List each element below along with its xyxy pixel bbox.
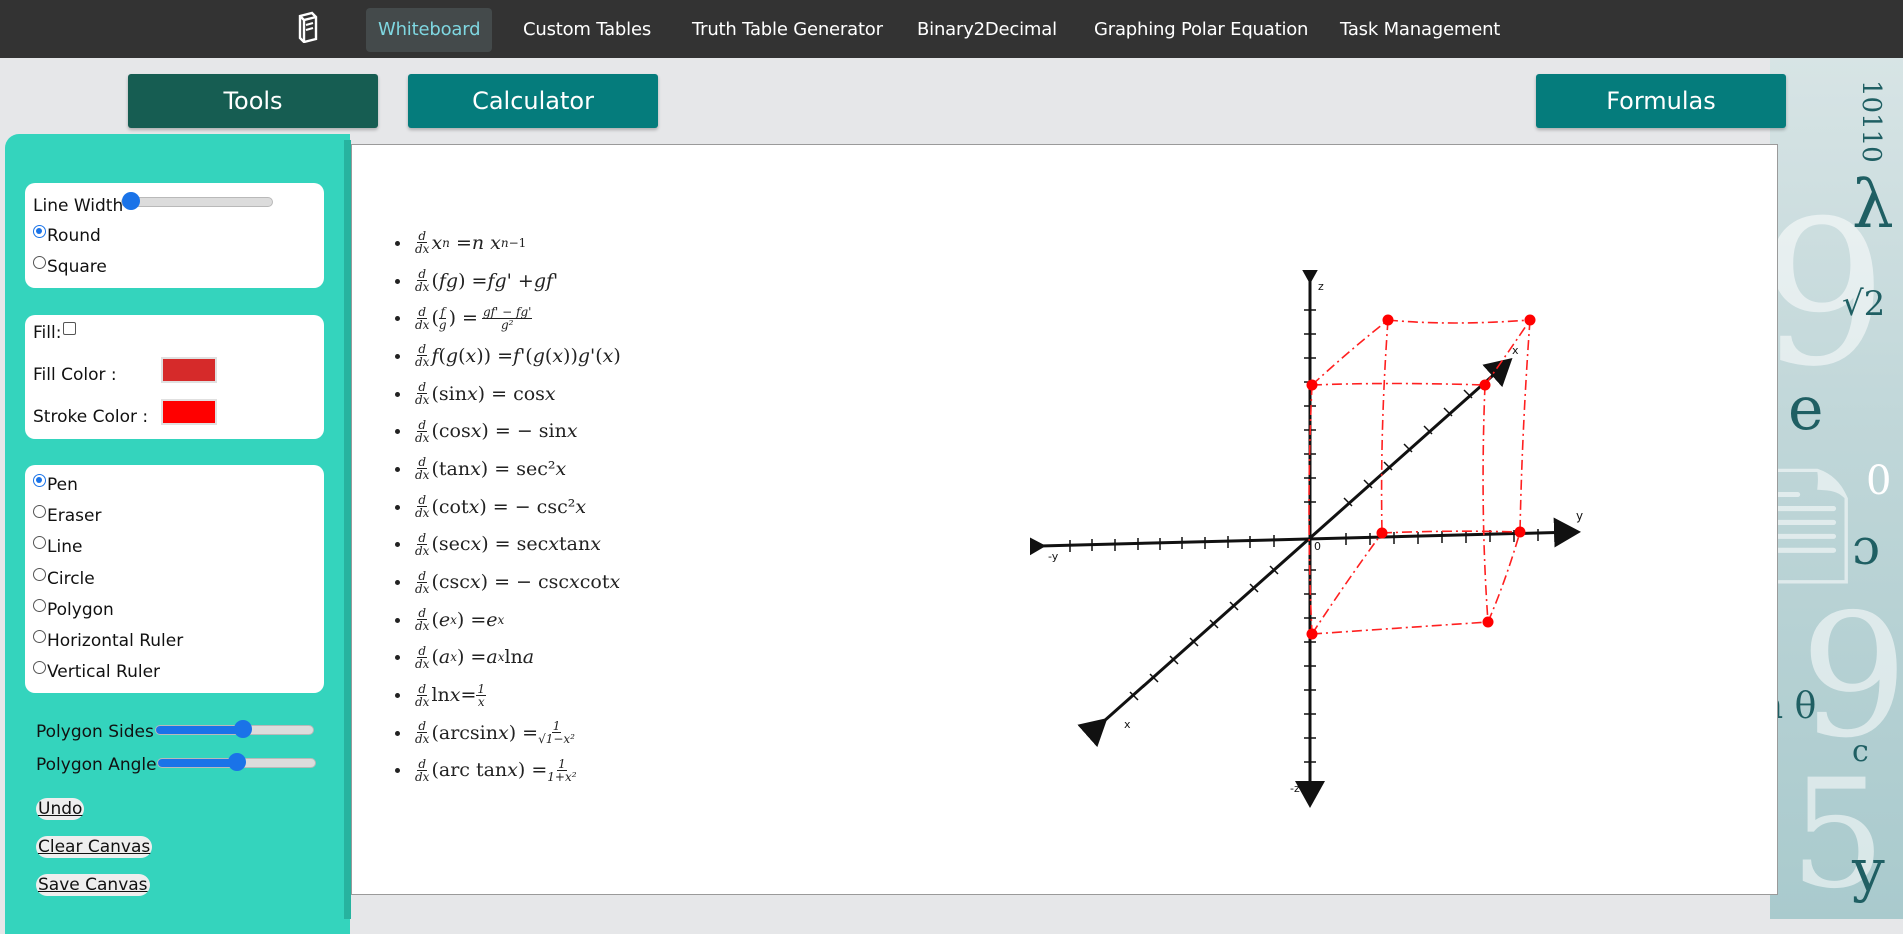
mode-circle-option[interactable]: Circle: [33, 567, 95, 589]
bg-glyph-c: ɔ: [1852, 518, 1881, 576]
nav-graphing-polar-equation[interactable]: Graphing Polar Equation: [1082, 8, 1320, 52]
formula-item: d dx (arcsin x) = 1 √1−x²: [395, 714, 621, 752]
mode-horizontal-ruler-option[interactable]: Horizontal Ruler: [33, 629, 184, 651]
page-logo-icon[interactable]: [294, 11, 320, 43]
mode-line-label: Line: [47, 537, 83, 557]
tools-panel-edge: [344, 140, 351, 919]
background-decoration: 9 🗎 9 5 10110 λ √2 e 0 ɔ n θ c y: [1770, 58, 1903, 919]
fill-color-picker[interactable]: [161, 357, 217, 383]
formulas-button[interactable]: Formulas: [1536, 74, 1786, 128]
x-neg-label: x: [1124, 718, 1131, 731]
stroke-color-picker[interactable]: [161, 399, 217, 425]
polygon-sides-label: Polygon Sides: [36, 722, 154, 742]
y-pos-label: y: [1576, 509, 1583, 523]
save-canvas-button[interactable]: Save Canvas: [36, 874, 150, 896]
cap-square-radio[interactable]: [33, 255, 46, 269]
polygon-angle-slider[interactable]: [157, 753, 316, 771]
formula-item: d dx (csc x) = − csc x cot x: [395, 563, 621, 601]
polygon-sides-thumb[interactable]: [234, 720, 252, 738]
origin-label: 0: [1314, 540, 1321, 553]
bg-glyph-e: e: [1788, 374, 1824, 444]
formula-item: d dx ln x = 1x: [395, 676, 621, 714]
bg-glyph-y: y: [1852, 836, 1885, 904]
cap-square-label: Square: [47, 257, 107, 277]
z-neg-label: -z: [1290, 782, 1300, 795]
polygon-angle-thumb[interactable]: [228, 753, 246, 771]
line-width-label: Line Width: [33, 196, 124, 216]
formula-item: d dx(a x) = ax ln a: [395, 639, 621, 677]
cap-round-option[interactable]: Round: [33, 224, 101, 246]
nav-binary2decimal[interactable]: Binary2Decimal: [905, 8, 1069, 52]
formula-item: d dx(fg) = fg ' + gf ': [395, 262, 621, 300]
mode-polygon-radio[interactable]: [33, 598, 46, 612]
mode-polygon-label: Polygon: [47, 600, 114, 620]
bg-glyph-binary: 10110: [1856, 80, 1886, 163]
bg-glyph-c-small: c: [1852, 734, 1869, 769]
mode-eraser-option[interactable]: Eraser: [33, 504, 102, 526]
nav-whiteboard[interactable]: Whiteboard: [366, 8, 493, 52]
line-style-card: Line Width Round Square: [25, 183, 324, 288]
mode-vertical-ruler-option[interactable]: Vertical Ruler: [33, 660, 161, 682]
formula-item: d dx x n = n x n−1: [395, 224, 621, 262]
formula-item: d dx (cot x) = − csc² x: [395, 488, 621, 526]
mode-line-radio[interactable]: [33, 535, 46, 549]
mode-vertical-ruler-radio[interactable]: [33, 660, 46, 674]
formula-item: d dx (sec x) = sec x tan x: [395, 526, 621, 564]
polygon-sides-slider[interactable]: [155, 720, 314, 738]
formula-item: d dx (sin x) = cos x: [395, 375, 621, 413]
stroke-color-label: Stroke Color :: [33, 407, 149, 427]
line-width-slider[interactable]: [121, 192, 274, 210]
fill-checkbox[interactable]: [63, 321, 77, 335]
mode-card: Pen Eraser Line Circle Polygon Horizonta…: [25, 465, 324, 693]
z-pos-label: z: [1318, 280, 1324, 293]
formula-item: d dx(e x) = ex: [395, 601, 621, 639]
y-neg-label: -y: [1048, 550, 1059, 563]
mode-horizontal-ruler-radio[interactable]: [33, 629, 46, 643]
mode-circle-radio[interactable]: [33, 567, 46, 581]
polygon-sides-fill: [156, 726, 244, 734]
mode-eraser-radio[interactable]: [33, 504, 46, 518]
calculator-button[interactable]: Calculator: [408, 74, 658, 128]
formula-item: d dx (tan x) = sec² x: [395, 450, 621, 488]
mode-polygon-option[interactable]: Polygon: [33, 598, 114, 620]
mode-horizontal-ruler-label: Horizontal Ruler: [47, 631, 184, 651]
nav-task-management[interactable]: Task Management: [1328, 8, 1512, 52]
mode-circle-label: Circle: [47, 569, 95, 589]
mode-vertical-ruler-label: Vertical Ruler: [47, 662, 161, 682]
undo-button[interactable]: Undo: [36, 798, 85, 820]
fill-color-label: Fill Color :: [33, 365, 117, 385]
cap-square-option[interactable]: Square: [33, 255, 107, 277]
cap-round-radio[interactable]: [33, 224, 46, 238]
color-card: Fill: Fill Color : Stroke Color :: [25, 315, 324, 439]
3d-axes-sketch: z -z y -y x x 0: [1030, 270, 1583, 808]
derivative-formula-list: d dx x n = n x n−1 d dx(fg) = fg ' + gf ' d dx(f…: [395, 224, 621, 789]
polygon-angle-label: Polygon Angle: [36, 755, 157, 775]
top-navbar: Whiteboard Custom Tables Truth Table Gen…: [0, 0, 1903, 58]
red-dashed-box: [1308, 319, 1531, 635]
nav-truth-table-generator[interactable]: Truth Table Generator: [680, 8, 895, 52]
formula-item: d dx(f g) = gf' − fg' g²: [395, 299, 621, 337]
polygon-angle-fill: [158, 759, 237, 767]
fill-label: Fill:: [33, 323, 62, 343]
formula-item: d dx (arc tan x) = 1 1+x²: [395, 752, 621, 790]
mode-line-option[interactable]: Line: [33, 535, 83, 557]
bg-glyph-lambda: λ: [1852, 166, 1894, 243]
line-width-thumb[interactable]: [122, 192, 141, 210]
nav-custom-tables[interactable]: Custom Tables: [511, 8, 663, 52]
mode-pen-option[interactable]: Pen: [33, 473, 78, 495]
bg-glyph-zero: 0: [1866, 458, 1892, 504]
formula-item: d dx f(g(x)) = f '(g(x)) g '(x): [395, 337, 621, 375]
mode-pen-label: Pen: [47, 475, 78, 495]
cap-round-label: Round: [47, 226, 101, 246]
mode-pen-radio[interactable]: [33, 473, 46, 487]
mode-eraser-label: Eraser: [47, 506, 102, 526]
fill-option[interactable]: Fill:: [33, 321, 77, 343]
bg-glyph-sqrt: √2: [1842, 284, 1886, 324]
formula-item: d dx (cos x) = − sin x: [395, 412, 621, 450]
tools-button[interactable]: Tools: [128, 74, 378, 128]
clear-canvas-button[interactable]: Clear Canvas: [36, 836, 153, 858]
